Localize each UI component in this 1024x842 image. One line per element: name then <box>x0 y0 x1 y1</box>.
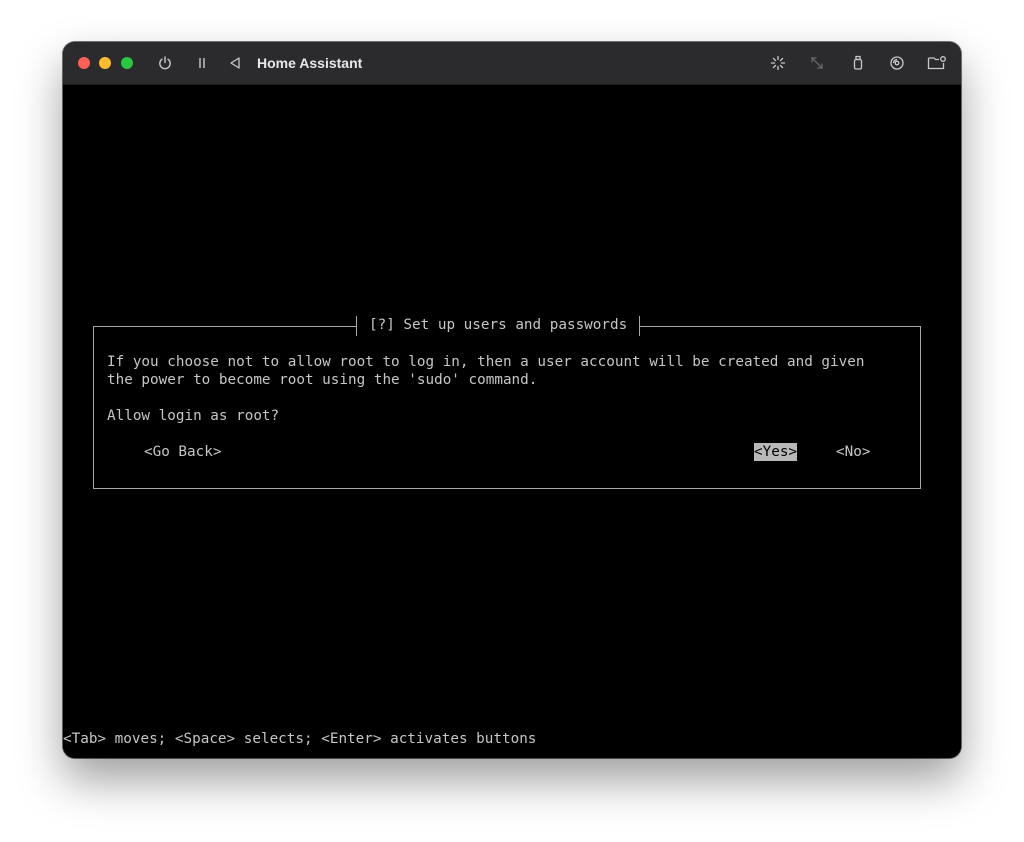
title-bar: Home Assistant <box>63 42 961 85</box>
dialog-title: [?] Set up users and passwords <box>356 316 641 336</box>
no-button[interactable]: <No> <box>836 443 870 461</box>
vm-window: Home Assistant [?] Set up users and pass… <box>63 42 961 758</box>
help-text: <Tab> moves; <Space> selects; <Enter> ac… <box>63 731 537 747</box>
minimize-button[interactable] <box>99 57 111 69</box>
folder-icon[interactable] <box>927 53 947 73</box>
spinner-icon[interactable] <box>768 53 788 73</box>
dialog-question: Allow login as root? <box>107 408 280 424</box>
back-icon[interactable] <box>225 53 245 73</box>
zoom-button[interactable] <box>121 57 133 69</box>
go-back-button[interactable]: <Go Back> <box>144 443 221 461</box>
dialog-message-line-2: the power to become root using the 'sudo… <box>107 372 538 388</box>
close-button[interactable] <box>78 57 90 69</box>
disc-icon[interactable] <box>887 53 907 73</box>
window-title: Home Assistant <box>257 55 363 71</box>
yes-button[interactable]: <Yes> <box>754 443 798 461</box>
dialog-box: [?] Set up users and passwords If you ch… <box>93 316 921 489</box>
dialog-message-line-1: If you choose not to allow root to log i… <box>107 354 865 370</box>
terminal-screen: [?] Set up users and passwords If you ch… <box>63 85 961 758</box>
power-icon[interactable] <box>155 53 175 73</box>
resize-icon[interactable] <box>807 53 827 73</box>
pause-icon[interactable] <box>192 53 212 73</box>
usb-icon[interactable] <box>848 53 868 73</box>
